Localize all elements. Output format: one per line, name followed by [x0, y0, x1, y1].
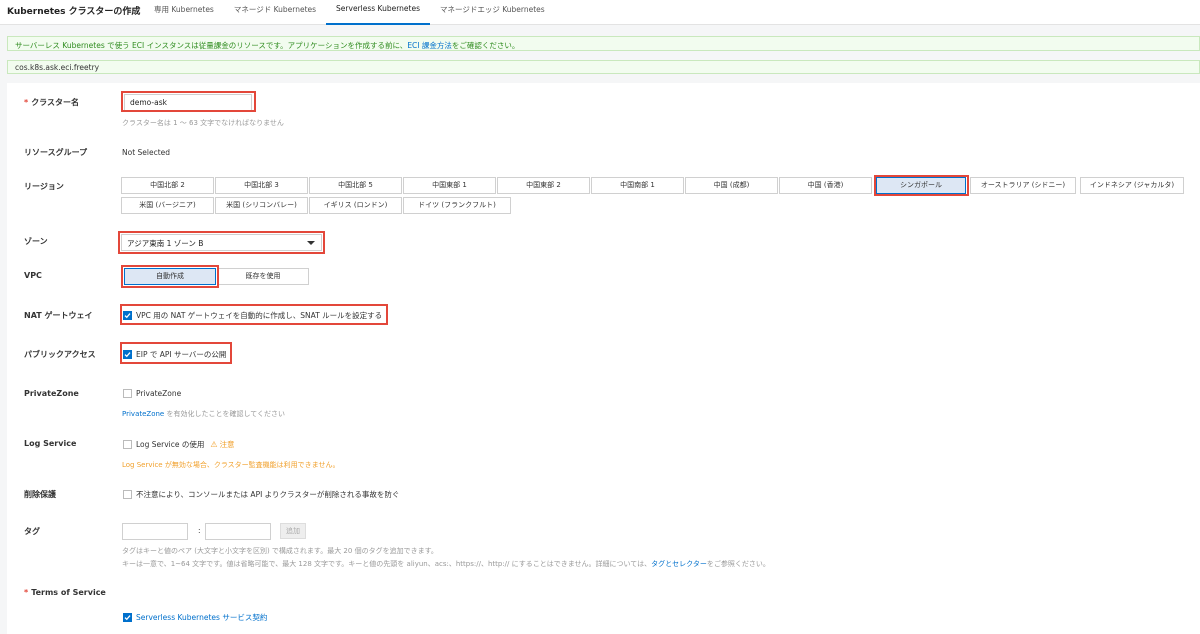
public-access-label: パブリックアクセス: [24, 350, 96, 359]
zone-label: ゾーン: [24, 237, 48, 246]
required-mark: *: [24, 588, 29, 597]
required-mark: *: [24, 98, 29, 107]
checkbox-unchecked-icon[interactable]: [123, 490, 132, 499]
vpc-use-existing-option[interactable]: 既存を使用: [217, 268, 309, 285]
tab-dedicated-kubernetes[interactable]: 専用 Kubernetes: [144, 0, 224, 25]
private-zone-label: PrivateZone: [24, 389, 79, 398]
region-option[interactable]: イギリス (ロンドン): [309, 197, 402, 214]
terms-label-text: Terms of Service: [31, 588, 106, 597]
cluster-name-label: * クラスター名: [24, 97, 79, 108]
add-tag-button[interactable]: 追加: [280, 523, 306, 539]
region-option[interactable]: 中国南部 1: [591, 177, 684, 194]
vpc-label: VPC: [24, 271, 42, 280]
tag-value-input[interactable]: [205, 523, 271, 540]
tags-help-text: キーは一意で、1~64 文字です。値は省略可能で、最大 128 文字です。キーと…: [122, 560, 652, 568]
cluster-type-tabs: 専用 Kubernetes マネージド Kubernetes Serverles…: [144, 0, 555, 25]
billing-notice-text-end: をご確認ください。: [451, 41, 520, 50]
tags-help-text-end: をご参照ください。: [706, 560, 770, 568]
billing-notice-text: サーバーレス Kubernetes で使う ECI インスタンスは従量課金のリソ…: [15, 41, 408, 50]
terms-label: * Terms of Service: [24, 588, 106, 597]
region-option[interactable]: ドイツ (フランクフルト): [403, 197, 511, 214]
highlight-nat: [120, 304, 388, 325]
region-option[interactable]: インドネシア (ジャカルタ): [1080, 177, 1184, 194]
log-service-checkbox[interactable]: Log Service の使用 ⚠ 注意: [123, 439, 235, 450]
tags-help-line1: タグはキーと値のペア (大文字と小文字を区別) で構成されます。最大 20 個の…: [122, 547, 438, 555]
highlight-vpc: [121, 265, 219, 288]
private-zone-help: PrivateZone を有効化したことを確認してください: [122, 409, 285, 419]
highlight-zone: [118, 231, 325, 254]
feature-flag-text: cos.k8s.ask.eci.freetry: [15, 63, 100, 72]
private-zone-help-text: を有効化したことを確認してください: [164, 410, 286, 418]
deletion-protection-label: 削除保護: [24, 490, 56, 499]
log-service-checkbox-label: Log Service の使用: [136, 440, 205, 449]
tags-label: タグ: [24, 527, 40, 536]
region-option[interactable]: 中国東部 1: [403, 177, 496, 194]
tag-key-input[interactable]: [122, 523, 188, 540]
highlight-cluster-name: [121, 91, 256, 112]
region-option[interactable]: 中国北部 3: [215, 177, 308, 194]
log-service-warning-label: 注意: [219, 440, 235, 449]
terms-checkbox[interactable]: Serverless Kubernetes サービス契約: [123, 612, 267, 623]
eci-billing-link[interactable]: ECI 課金方法: [407, 41, 452, 50]
resource-group-value[interactable]: Not Selected: [122, 148, 170, 157]
region-label: リージョン: [24, 182, 64, 191]
cluster-name-label-text: クラスター名: [31, 98, 80, 107]
terms-agreement-link[interactable]: Serverless Kubernetes サービス契約: [136, 612, 267, 623]
highlight-region: [874, 175, 969, 196]
deletion-protection-checkbox-label: 不注意により、コンソールまたは API よりクラスターが削除される事故を防ぐ: [136, 490, 400, 499]
private-zone-checkbox-label: PrivateZone: [136, 389, 182, 398]
region-option[interactable]: 米国 (シリコンバレー): [215, 197, 308, 214]
warning-icon: ⚠: [210, 440, 218, 449]
highlight-public-access: [120, 342, 232, 364]
nat-gateway-label: NAT ゲートウェイ: [24, 311, 93, 320]
region-option[interactable]: 中国北部 5: [309, 177, 402, 194]
tags-selector-link[interactable]: タグとセレクター: [651, 560, 707, 568]
log-service-warning: Log Service が無効な場合、クラスター監査機能は利用できません。: [122, 461, 340, 469]
region-option[interactable]: 中国北部 2: [121, 177, 214, 194]
region-option[interactable]: オーストラリア (シドニー): [970, 177, 1076, 194]
region-option[interactable]: 中国東部 2: [497, 177, 590, 194]
tab-managed-kubernetes[interactable]: マネージド Kubernetes: [224, 0, 326, 25]
billing-notice: サーバーレス Kubernetes で使う ECI インスタンスは従量課金のリソ…: [7, 36, 1200, 51]
tab-serverless-kubernetes[interactable]: Serverless Kubernetes: [326, 0, 430, 25]
log-service-label: Log Service: [24, 439, 77, 448]
tags-help-line2: キーは一意で、1~64 文字です。値は省略可能で、最大 128 文字です。キーと…: [122, 559, 770, 569]
private-zone-checkbox[interactable]: PrivateZone: [123, 389, 181, 398]
private-zone-link[interactable]: PrivateZone: [122, 410, 164, 418]
tag-separator: :: [198, 526, 201, 535]
cluster-name-help: クラスター名は 1 ～ 63 文字でなければなりません: [122, 119, 284, 127]
page-title: Kubernetes クラスターの作成: [7, 7, 141, 17]
tab-managed-edge-kubernetes[interactable]: マネージドエッジ Kubernetes: [430, 0, 555, 25]
checkbox-unchecked-icon[interactable]: [123, 440, 132, 449]
cluster-form: * クラスター名 demo-ask クラスター名は 1 ～ 63 文字でなければな…: [7, 83, 1200, 634]
resource-group-label: リソースグループ: [24, 148, 88, 157]
region-option[interactable]: 中国 (成都): [685, 177, 778, 194]
checkbox-unchecked-icon[interactable]: [123, 389, 132, 398]
top-bar: Kubernetes クラスターの作成 専用 Kubernetes マネージド …: [0, 0, 1200, 25]
deletion-protection-checkbox[interactable]: 不注意により、コンソールまたは API よりクラスターが削除される事故を防ぐ: [123, 489, 399, 500]
region-option[interactable]: 中国 (香港): [779, 177, 872, 194]
region-option[interactable]: 米国 (バージニア): [121, 197, 214, 214]
feature-flag-notice: cos.k8s.ask.eci.freetry: [7, 60, 1200, 74]
checkbox-checked-icon[interactable]: [123, 613, 132, 622]
